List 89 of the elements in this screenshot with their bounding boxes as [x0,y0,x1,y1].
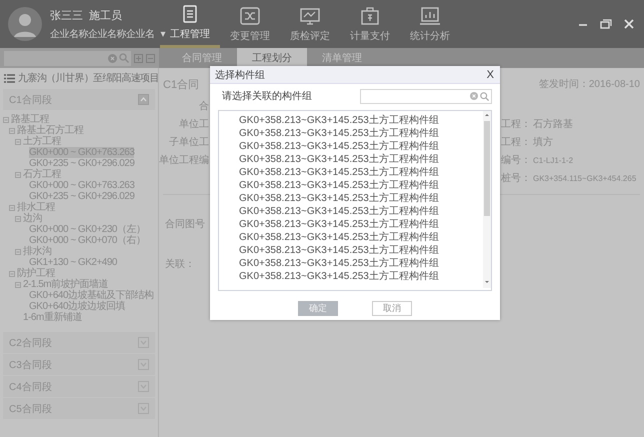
list-item[interactable]: GK0+358.213~GK3+145.253土方工程构件组 [237,244,441,257]
list-item[interactable]: GK0+358.213~GK3+145.253土方工程构件组 [237,218,441,231]
scrollbar[interactable] [483,111,491,288]
list-item[interactable]: GK0+358.213~GK3+145.253土方工程构件组 [237,140,441,153]
tree-item[interactable]: GK0+640边坡基础及下部结构 [29,290,154,301]
tree-item[interactable]: 边沟 [23,213,42,224]
tree-item[interactable]: 排水沟 [23,246,52,257]
tab[interactable]: 合同管理 [167,48,237,68]
nav-tab[interactable]: 变更管理 [220,0,280,48]
list-icon [4,74,15,82]
field-label: 子单位工 [169,136,209,149]
search-icon[interactable] [480,92,489,100]
field-label: 编号： [501,154,531,167]
collapse-all-icon[interactable] [146,54,155,62]
close-button[interactable]: X [486,68,494,80]
project-title: 九寨沟（川甘界）至绵阳高速项目 [18,72,158,85]
nav-tab[interactable]: 计量支付 [340,0,400,48]
collapse-toggle-icon[interactable] [15,282,21,288]
field-value: C1-LJ1-1-2 [533,156,574,164]
tree-item[interactable]: 2-1.5m前坡护面墙道 [23,279,108,290]
field-value: 石方路基 [533,118,573,131]
tree-item[interactable]: GK0+235 ~ GK0+296.029 [29,191,134,202]
tab[interactable]: 清单管理 [307,48,377,68]
tree-item[interactable]: GK0+000 ~ GK0+070（右） [29,235,146,246]
search-field[interactable] [4,50,131,66]
collapse-toggle-icon[interactable] [9,270,15,276]
close-icon[interactable] [624,19,634,29]
list-item[interactable]: GK0+358.213~GK3+145.253土方工程构件组 [237,179,441,192]
user-name: 张三三 [50,8,83,22]
list-item[interactable]: GK0+358.213~GK3+145.253土方工程构件组 [237,166,441,179]
list-item[interactable]: GK0+358.213~GK3+145.253土方工程构件组 [237,153,441,166]
collapse-toggle-icon[interactable] [9,128,15,134]
list-item[interactable]: GK0+358.213~GK3+145.253土方工程构件组 [237,114,441,127]
avatar-icon [8,7,42,41]
tree-item[interactable]: GK0+235 ~ GK0+296.029 [29,158,134,169]
tab[interactable]: 工程划分 [237,48,307,68]
field-value: GK3+354.115~GK3+454.265 [533,174,636,182]
field-label: 关联： [165,258,195,271]
restore-icon[interactable] [600,19,612,29]
shuffle-icon [239,6,261,26]
collapse-toggle-icon[interactable] [3,116,9,122]
tree-item[interactable]: 石方工程 [23,169,61,180]
collapse-toggle-icon[interactable] [15,248,21,254]
tree-item[interactable]: GK0+000 ~ GK0+763.263 [29,180,134,191]
clear-icon[interactable] [108,54,117,62]
list-item[interactable]: GK0+358.213~GK3+145.253土方工程构件组 [237,231,441,244]
tree-item[interactable]: GK1+130 ~ GK2+490 [29,257,117,268]
confirm-button[interactable]: 确定 [298,301,338,316]
tree-item[interactable]: 1-6m重新铺道 [23,312,82,323]
collapse-up-icon[interactable] [138,94,149,105]
list-item[interactable]: GK0+358.213~GK3+145.253土方工程构件组 [237,192,441,205]
prompt-text: 请选择关联的构件组 [222,90,312,103]
collapse-toggle-icon[interactable] [15,138,21,144]
field-label: 合同图号 [165,218,205,231]
bar-chart-icon [419,6,441,26]
collapse-toggle-icon[interactable] [9,204,15,210]
nav-tab[interactable]: 统计分析 [400,0,460,48]
tree-item[interactable]: 排水工程 [17,202,55,213]
monitor-chart-icon [299,6,321,26]
list-item[interactable]: GK0+358.213~GK3+145.253土方工程构件组 [237,127,441,140]
clear-icon[interactable] [470,92,478,100]
field-label: 单位工程编 [159,154,209,167]
caret-icon[interactable]: ▾ [160,28,165,40]
search-field[interactable] [360,88,492,104]
tree-item[interactable]: GK0+000 ~ GK0+230（左） [29,224,146,235]
company-name[interactable]: 企业名称企业名称企业名 [50,26,154,40]
user-role: 施工员 [89,8,122,22]
list-item[interactable]: GK0+358.213~GK3+145.253土方工程构件组 [237,205,441,218]
expand-all-icon[interactable] [134,54,143,62]
nav-tab[interactable]: 质检评定 [280,0,340,48]
dialog-title: 选择构件组 [215,68,265,82]
search-icon[interactable] [119,53,129,63]
briefcase-icon [359,6,381,26]
field-label: 工程： [501,136,531,149]
field-label: 桩号： [501,172,531,185]
list-item[interactable]: GK0+358.213~GK3+145.253土方工程构件组 [237,270,441,283]
cancel-button[interactable]: 取消 [372,301,412,316]
field-label: 合 [199,100,209,113]
tree-item[interactable]: 防护工程 [17,268,55,279]
collapse-toggle-icon[interactable] [15,172,21,178]
field-value: 填方 [533,136,553,149]
tree-item[interactable]: 土方工程 [23,136,61,147]
list-item[interactable]: GK0+358.213~GK3+145.253土方工程构件组 [237,257,441,270]
field-label: 工程： [501,118,531,131]
tree-item[interactable]: GK0+640边坡边坡回填 [29,301,126,312]
tree-item[interactable]: 路基工程 [11,114,49,125]
collapse-toggle-icon[interactable] [15,216,21,222]
tree-item[interactable]: 路基土石方工程 [17,125,84,136]
field-label: 单位工 [179,118,209,131]
